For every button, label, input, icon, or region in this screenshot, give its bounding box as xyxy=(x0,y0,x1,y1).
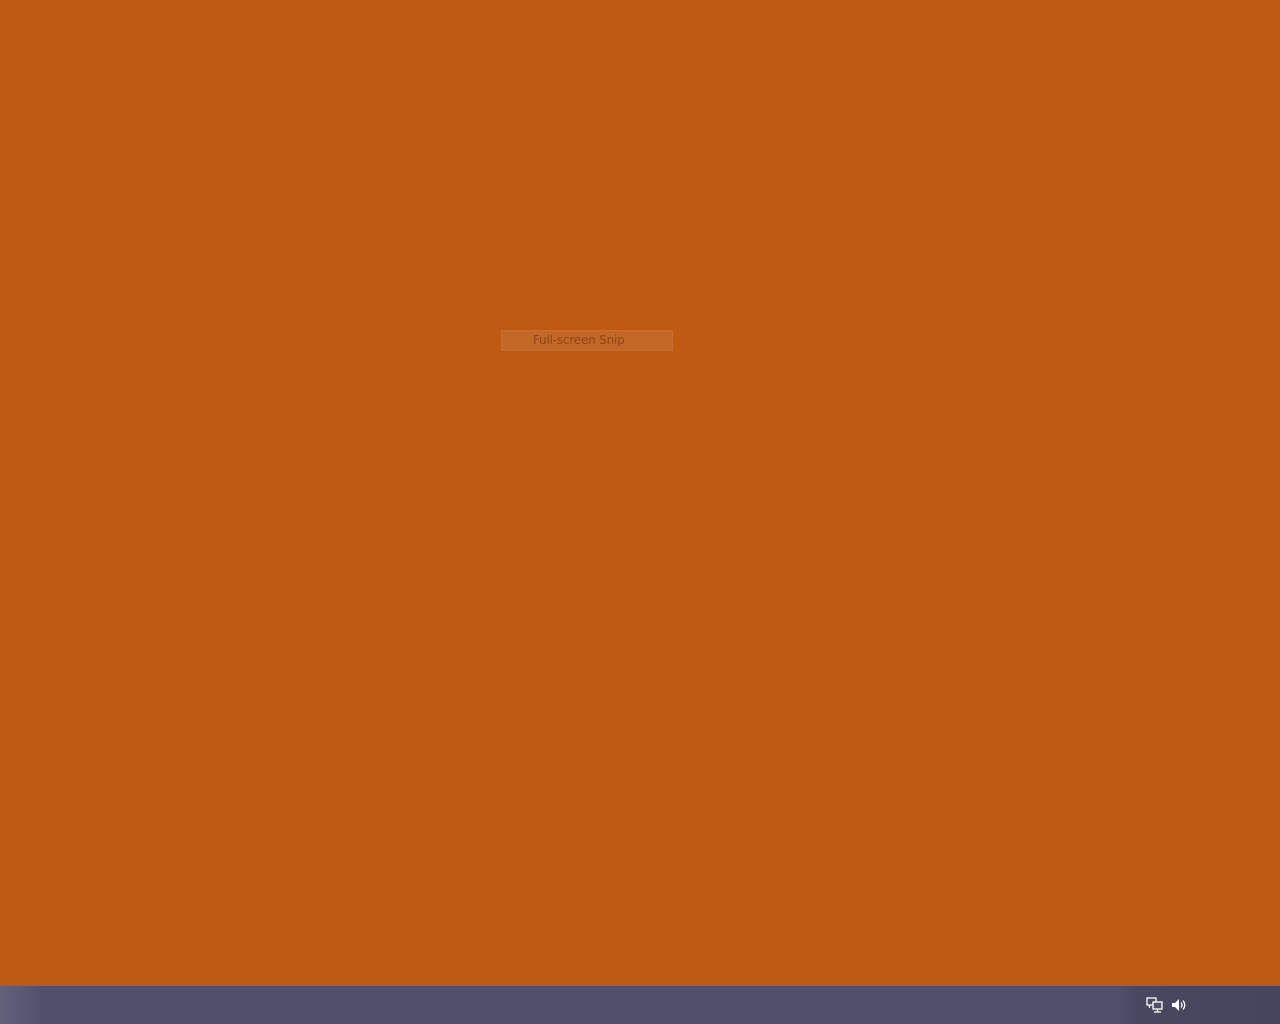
taskbar xyxy=(0,985,1280,1024)
volume-icon[interactable] xyxy=(1170,996,1188,1014)
system-tray xyxy=(1117,986,1280,1024)
start-button[interactable] xyxy=(0,986,44,1024)
desktop[interactable]: Full-screen Snip xyxy=(0,0,1280,985)
network-icon[interactable] xyxy=(1146,996,1164,1014)
full-screen-snip-label: Full-screen Snip xyxy=(533,333,625,347)
full-screen-snip-menu-item[interactable]: Full-screen Snip xyxy=(501,330,673,351)
